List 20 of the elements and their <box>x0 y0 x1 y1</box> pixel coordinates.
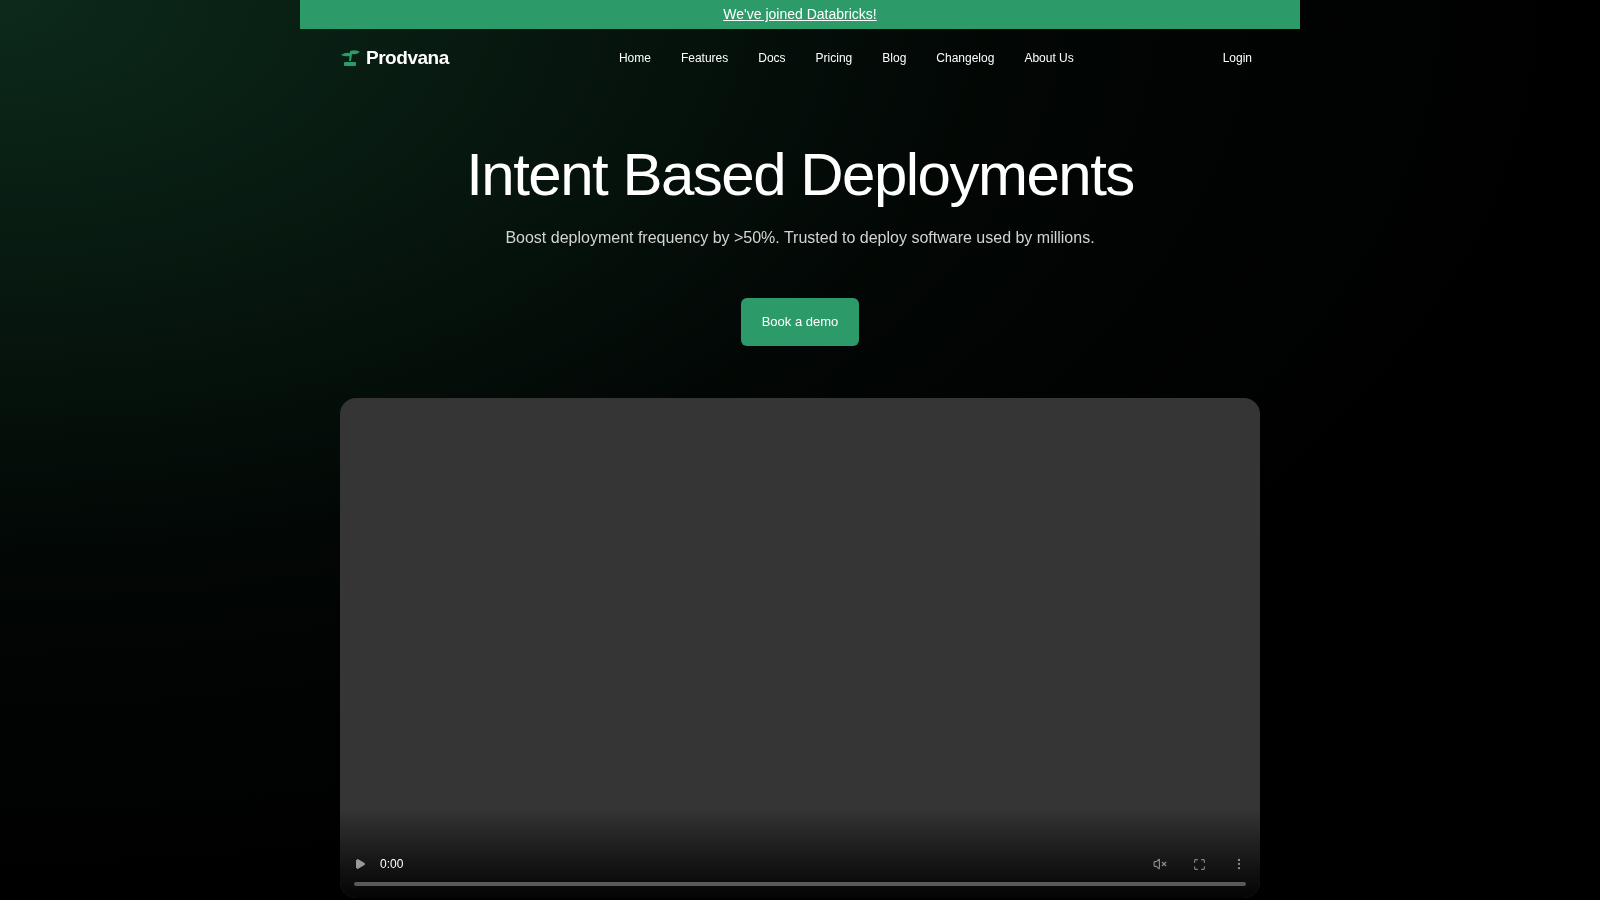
book-demo-button[interactable]: Book a demo <box>741 298 859 346</box>
nav-link[interactable]: Docs <box>758 49 786 67</box>
nav-link[interactable]: Home <box>618 49 651 67</box>
hero-title: Intent Based Deployments <box>465 140 1135 210</box>
play-icon[interactable] <box>354 858 366 870</box>
nav-link[interactable]: Blog <box>882 49 907 67</box>
logo-icon <box>340 49 362 67</box>
fullscreen-icon[interactable] <box>1193 857 1206 871</box>
announcement-link[interactable]: We've joined Databricks! <box>723 4 877 25</box>
nav-link[interactable]: Changelog <box>936 49 995 67</box>
video-player[interactable]: 0:00 <box>340 398 1260 898</box>
muted-icon[interactable] <box>1153 857 1167 871</box>
login-link[interactable]: Login <box>1222 49 1252 67</box>
nav-link[interactable]: Features <box>680 49 729 67</box>
nav-link[interactable]: About Us <box>1024 49 1074 67</box>
progress-track[interactable] <box>354 882 1246 886</box>
nav-link[interactable]: Pricing <box>815 49 853 67</box>
brand-name[interactable]: Prodvana <box>366 43 449 73</box>
video-time: 0:00 <box>380 856 404 873</box>
hero-subtitle: Boost deployment frequency by >50%. Trusted to deploy software used by millions. <box>504 228 1096 248</box>
